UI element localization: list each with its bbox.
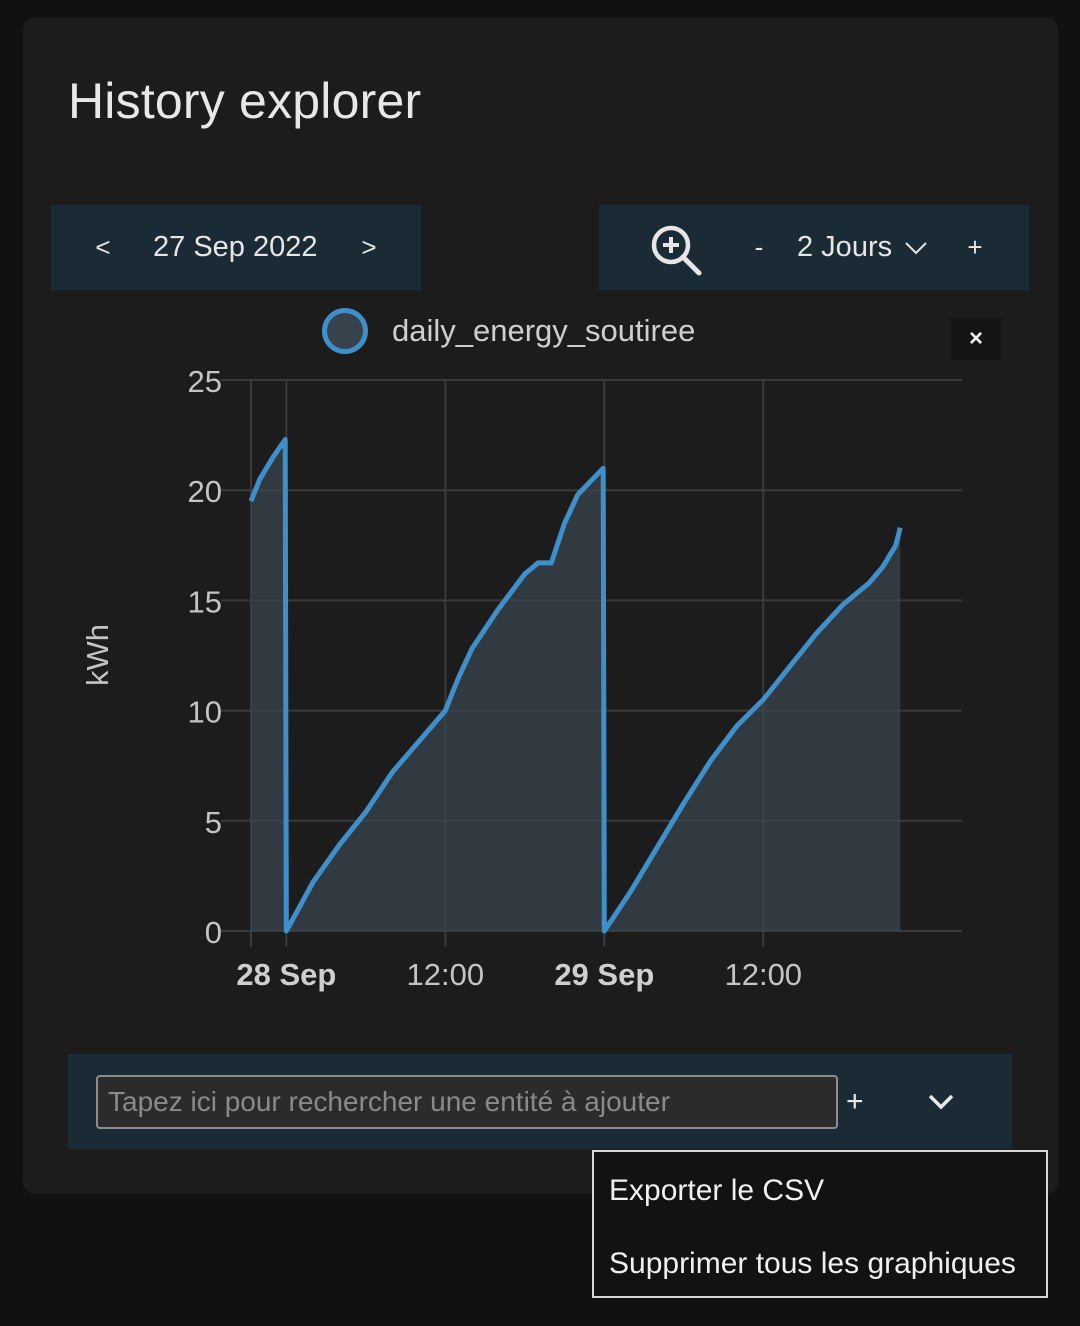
series-area (251, 439, 901, 931)
x-tick-label: 12:00 (407, 957, 485, 992)
y-tick-label: 25 (188, 364, 222, 399)
add-entity-button[interactable]: + (846, 1054, 864, 1149)
x-tick-label: 28 Sep (236, 957, 336, 992)
y-tick-label: 5 (205, 805, 222, 840)
x-tick-label: 29 Sep (554, 957, 654, 992)
energy-chart: 0 5 10 15 20 25 28 Sep 12:00 29 Sep 12:00 kWh (80, 364, 962, 992)
y-axis-label: kWh (80, 624, 115, 686)
entity-search-bar: + (68, 1054, 1012, 1149)
options-menu: Exporter le CSV Supprimer tous les graph… (592, 1150, 1048, 1298)
menu-item-remove-all-charts[interactable]: Supprimer tous les graphiques (609, 1247, 1016, 1281)
chevron-down-icon[interactable] (926, 1086, 956, 1116)
entity-search-input[interactable] (96, 1075, 838, 1129)
y-tick-label: 10 (188, 695, 222, 730)
y-tick-label: 0 (205, 915, 222, 950)
y-tick-label: 15 (188, 584, 222, 619)
menu-item-export-csv[interactable]: Exporter le CSV (609, 1174, 824, 1208)
y-tick-label: 20 (188, 474, 222, 509)
x-tick-label: 12:00 (724, 957, 802, 992)
